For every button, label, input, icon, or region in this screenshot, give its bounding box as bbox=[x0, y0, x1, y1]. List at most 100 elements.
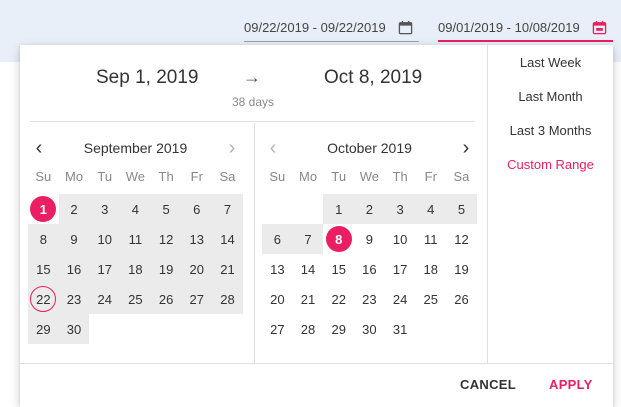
week-row: 13 14 15 16 17 18 19 bbox=[262, 254, 477, 284]
day-cell[interactable]: 6 bbox=[181, 194, 213, 224]
day-cell[interactable]: 10 bbox=[385, 224, 416, 254]
preset-last-3-months[interactable]: Last 3 Months bbox=[488, 113, 613, 147]
day-cell[interactable]: 4 bbox=[120, 194, 151, 224]
prev-month-chevron-icon[interactable]: ‹ bbox=[28, 137, 50, 159]
day-number: 8 bbox=[39, 231, 47, 247]
day-cell[interactable]: 31 bbox=[385, 314, 416, 344]
day-cell[interactable]: 17 bbox=[89, 254, 121, 284]
day-cell[interactable]: 30 bbox=[58, 314, 90, 344]
day-cell[interactable]: 3 bbox=[89, 194, 121, 224]
day-cell[interactable]: 20 bbox=[262, 284, 293, 314]
selected-day-cell[interactable]: 8 bbox=[323, 224, 354, 254]
day-cell[interactable]: 23 bbox=[354, 284, 385, 314]
day-cell[interactable]: 7 bbox=[212, 194, 243, 224]
day-cell[interactable]: 15 bbox=[323, 254, 354, 284]
day-cell[interactable]: 6 bbox=[262, 224, 293, 254]
day-cell[interactable]: 11 bbox=[120, 224, 151, 254]
empty-day-cell bbox=[120, 314, 151, 344]
day-cell[interactable]: 5 bbox=[150, 194, 182, 224]
day-cell[interactable]: 17 bbox=[385, 254, 416, 284]
next-month-chevron-icon[interactable]: › bbox=[455, 137, 477, 159]
preset-custom-range[interactable]: Custom Range bbox=[488, 147, 613, 181]
day-cell[interactable]: 10 bbox=[89, 224, 121, 254]
day-number: 11 bbox=[128, 231, 143, 247]
day-cell[interactable]: 25 bbox=[120, 284, 151, 314]
day-cell[interactable]: 24 bbox=[385, 284, 416, 314]
day-cell[interactable]: 18 bbox=[415, 254, 446, 284]
day-cell[interactable]: 11 bbox=[415, 224, 446, 254]
day-cell[interactable]: 30 bbox=[354, 314, 385, 344]
day-cell[interactable]: 14 bbox=[212, 224, 243, 254]
day-cell[interactable]: 19 bbox=[446, 254, 477, 284]
weekday-label: We bbox=[125, 169, 146, 184]
day-cell[interactable]: 16 bbox=[354, 254, 385, 284]
calendar-icon[interactable] bbox=[398, 20, 413, 35]
day-cell[interactable]: 28 bbox=[212, 284, 243, 314]
day-cell[interactable]: 2 bbox=[354, 194, 385, 224]
weekday-label: Sa bbox=[453, 169, 470, 184]
day-cell[interactable]: 7 bbox=[292, 224, 324, 254]
day-number: 29 bbox=[36, 321, 51, 337]
weekday-header: Su Mo Tu We Th Fr Sa bbox=[28, 169, 243, 184]
day-cell[interactable]: 24 bbox=[89, 284, 121, 314]
day-cell[interactable]: 29 bbox=[323, 314, 354, 344]
day-cell[interactable]: 21 bbox=[212, 254, 243, 284]
day-cell[interactable]: 3 bbox=[384, 194, 416, 224]
day-cell[interactable]: 8 bbox=[28, 224, 59, 254]
empty-day-cell bbox=[415, 314, 446, 344]
day-number: 31 bbox=[392, 321, 408, 337]
day-cell[interactable]: 23 bbox=[58, 284, 90, 314]
day-cell[interactable]: 5 bbox=[446, 194, 477, 224]
day-cell[interactable]: 14 bbox=[293, 254, 324, 284]
day-cell[interactable]: 26 bbox=[446, 284, 477, 314]
day-number: 8 bbox=[325, 226, 352, 252]
day-cell[interactable]: 4 bbox=[415, 194, 447, 224]
day-cell[interactable]: 28 bbox=[293, 314, 324, 344]
month-nav: ‹ September 2019 › bbox=[28, 137, 243, 159]
day-cell[interactable]: 20 bbox=[181, 254, 213, 284]
day-cell[interactable]: 2 bbox=[58, 194, 90, 224]
apply-button[interactable]: APPLY bbox=[549, 377, 593, 392]
day-cell[interactable]: 9 bbox=[354, 224, 385, 254]
selected-day-cell[interactable]: 1 bbox=[28, 194, 59, 224]
day-cell[interactable]: 13 bbox=[262, 254, 293, 284]
day-number: 30 bbox=[66, 321, 82, 337]
day-number: 3 bbox=[396, 201, 404, 217]
day-cell[interactable]: 27 bbox=[262, 314, 293, 344]
day-cell[interactable]: 26 bbox=[150, 284, 182, 314]
month-nav: ‹ October 2019 › bbox=[262, 137, 477, 159]
weekday-label: Su bbox=[269, 169, 286, 184]
day-number: 20 bbox=[189, 261, 205, 277]
day-number: 26 bbox=[158, 291, 174, 307]
day-cell[interactable]: 13 bbox=[181, 224, 213, 254]
day-grid: 1 2 3 4 5 6 7 8 9 10 11 12 13 14 15 16 17 18 19 20 21 22 23 24 2… bbox=[28, 194, 243, 344]
weekday-label: Fr bbox=[190, 169, 203, 184]
day-cell[interactable]: 12 bbox=[446, 224, 477, 254]
day-number: 22 bbox=[30, 286, 57, 312]
day-cell[interactable]: 19 bbox=[150, 254, 182, 284]
day-cell[interactable]: 16 bbox=[58, 254, 90, 284]
day-cell[interactable]: 29 bbox=[28, 314, 59, 344]
day-cell[interactable]: 18 bbox=[120, 254, 151, 284]
day-cell[interactable]: 25 bbox=[415, 284, 446, 314]
date-range-field-1-value: 09/22/2019 - 09/22/2019 bbox=[244, 20, 386, 35]
cancel-button[interactable]: CANCEL bbox=[460, 377, 516, 392]
day-cell[interactable]: 1 bbox=[323, 194, 355, 224]
day-cell[interactable]: 21 bbox=[293, 284, 324, 314]
prev-month-chevron-icon: ‹ bbox=[269, 136, 277, 159]
empty-day-cell bbox=[89, 314, 120, 344]
day-cell[interactable]: 12 bbox=[150, 224, 182, 254]
preset-list: Last Week Last Month Last 3 Months Custo… bbox=[488, 45, 613, 181]
day-cell[interactable]: 22 bbox=[323, 284, 354, 314]
empty-day-cell bbox=[151, 314, 182, 344]
date-range-field-2-value: 09/01/2019 - 10/08/2019 bbox=[438, 19, 580, 35]
today-day-cell[interactable]: 22 bbox=[28, 284, 59, 314]
calendar-icon[interactable] bbox=[592, 20, 607, 35]
day-cell[interactable]: 15 bbox=[28, 254, 59, 284]
date-range-field-1[interactable]: 09/22/2019 - 09/22/2019 bbox=[244, 14, 419, 42]
day-cell[interactable]: 9 bbox=[58, 224, 90, 254]
preset-last-month[interactable]: Last Month bbox=[488, 79, 613, 113]
preset-last-week[interactable]: Last Week bbox=[488, 45, 613, 79]
day-cell[interactable]: 27 bbox=[181, 284, 213, 314]
date-range-field-2[interactable]: 09/01/2019 - 10/08/2019 bbox=[438, 14, 613, 42]
